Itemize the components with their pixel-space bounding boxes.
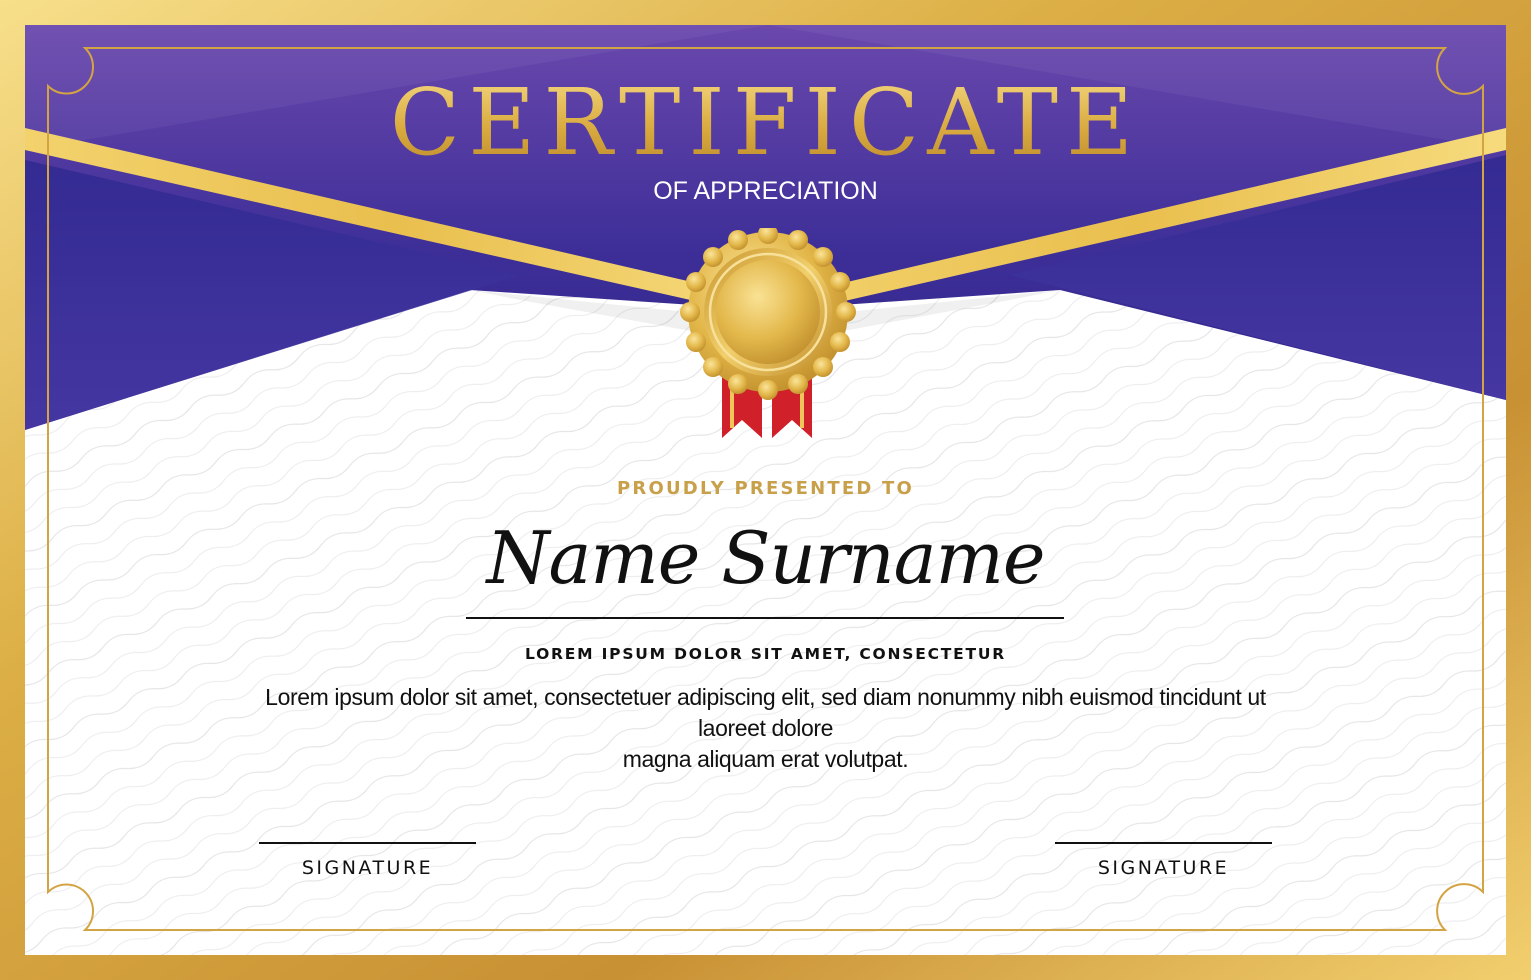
signature-line-left — [259, 842, 476, 844]
body-line-2: magna aliquam erat volutpat. — [622, 746, 909, 772]
certificate: CERTIFICATE OF APPRECIATION PROUDLY PRES… — [0, 0, 1531, 980]
gold-seal-medal-icon — [680, 228, 856, 438]
certificate-title: CERTIFICATE — [0, 68, 1531, 178]
signature-line-right — [1055, 842, 1272, 844]
name-underline — [466, 617, 1064, 619]
body-line-1: Lorem ipsum dolor sit amet, consectetuer… — [265, 684, 1266, 741]
recipient-name: Name Surname — [486, 516, 1046, 600]
certificate-subheading: LOREM IPSUM DOLOR SIT AMET, CONSECTETUR — [524, 645, 1007, 663]
signature-label-left: SIGNATURE — [301, 857, 434, 879]
certificate-subtitle: OF APPRECIATION — [653, 177, 878, 205]
presented-label: PROUDLY PRESENTED TO — [617, 478, 914, 499]
signature-label-right: SIGNATURE — [1097, 857, 1230, 879]
certificate-body: Lorem ipsum dolor sit amet, consectetuer… — [240, 682, 1291, 775]
